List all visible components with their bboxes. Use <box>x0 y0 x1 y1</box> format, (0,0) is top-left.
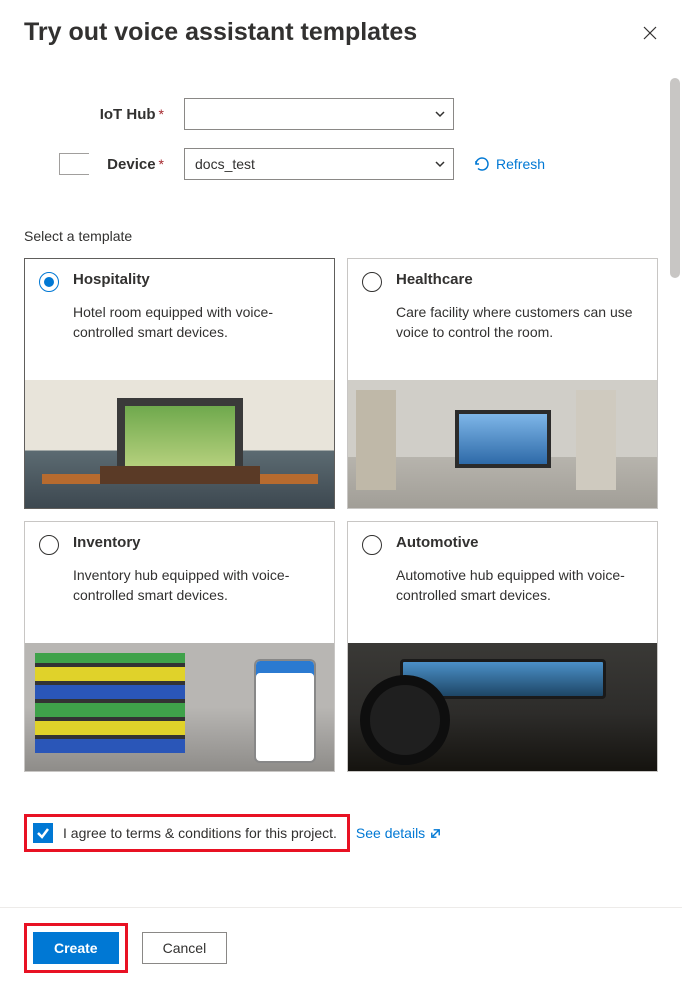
device-label: Device <box>107 156 155 173</box>
cancel-button[interactable]: Cancel <box>142 932 228 964</box>
device-dropdown[interactable]: docs_test <box>184 148 454 180</box>
see-details-link[interactable]: See details <box>356 825 442 841</box>
external-link-icon <box>429 827 442 840</box>
template-image-hospitality <box>25 380 334 508</box>
required-indicator: * <box>159 156 164 172</box>
radio-hospitality[interactable] <box>39 272 59 292</box>
template-desc: Hotel room equipped with voice-controlle… <box>73 302 320 362</box>
template-title: Inventory <box>73 534 141 551</box>
template-image-healthcare <box>348 380 657 508</box>
template-title: Automotive <box>396 534 479 551</box>
checkmark-icon <box>36 826 50 840</box>
refresh-icon <box>474 156 490 172</box>
device-tree-connector <box>59 153 89 175</box>
template-card-inventory[interactable]: Inventory Inventory hub equipped with vo… <box>24 521 335 772</box>
device-row: Device * docs_test Refresh <box>24 148 658 180</box>
close-icon[interactable] <box>642 25 658 41</box>
create-highlight: Create <box>24 923 128 973</box>
dialog-footer: Create Cancel <box>0 907 682 987</box>
refresh-link[interactable]: Refresh <box>474 156 545 172</box>
refresh-label: Refresh <box>496 156 545 172</box>
terms-highlight: I agree to terms & conditions for this p… <box>24 814 350 852</box>
template-title: Hospitality <box>73 271 150 288</box>
template-title: Healthcare <box>396 271 473 288</box>
template-desc: Automotive hub equipped with voice-contr… <box>396 565 643 625</box>
device-select[interactable]: docs_test <box>184 148 454 180</box>
terms-text: I agree to terms & conditions for this p… <box>63 825 337 841</box>
create-button[interactable]: Create <box>33 932 119 964</box>
template-card-hospitality[interactable]: Hospitality Hotel room equipped with voi… <box>24 258 335 509</box>
see-details-label: See details <box>356 825 425 841</box>
radio-automotive[interactable] <box>362 535 382 555</box>
terms-checkbox[interactable] <box>33 823 53 843</box>
required-indicator: * <box>159 106 164 122</box>
template-image-automotive <box>348 643 657 771</box>
iot-hub-select[interactable] <box>184 98 454 130</box>
radio-inventory[interactable] <box>39 535 59 555</box>
template-grid: Hospitality Hotel room equipped with voi… <box>24 258 658 772</box>
dialog-body: IoT Hub * Device * docs_test Re <box>0 70 682 907</box>
template-desc: Inventory hub equipped with voice-contro… <box>73 565 320 625</box>
template-card-automotive[interactable]: Automotive Automotive hub equipped with … <box>347 521 658 772</box>
template-image-inventory <box>25 643 334 771</box>
dialog-header: Try out voice assistant templates <box>0 0 682 57</box>
iot-hub-row: IoT Hub * <box>24 98 658 130</box>
terms-row: I agree to terms & conditions for this p… <box>24 814 658 852</box>
dialog-title: Try out voice assistant templates <box>24 18 417 47</box>
iot-hub-label: IoT Hub <box>100 106 156 123</box>
template-card-healthcare[interactable]: Healthcare Care facility where customers… <box>347 258 658 509</box>
radio-healthcare[interactable] <box>362 272 382 292</box>
template-desc: Care facility where customers can use vo… <box>396 302 643 362</box>
select-template-label: Select a template <box>24 228 658 244</box>
iot-hub-dropdown[interactable] <box>184 98 454 130</box>
